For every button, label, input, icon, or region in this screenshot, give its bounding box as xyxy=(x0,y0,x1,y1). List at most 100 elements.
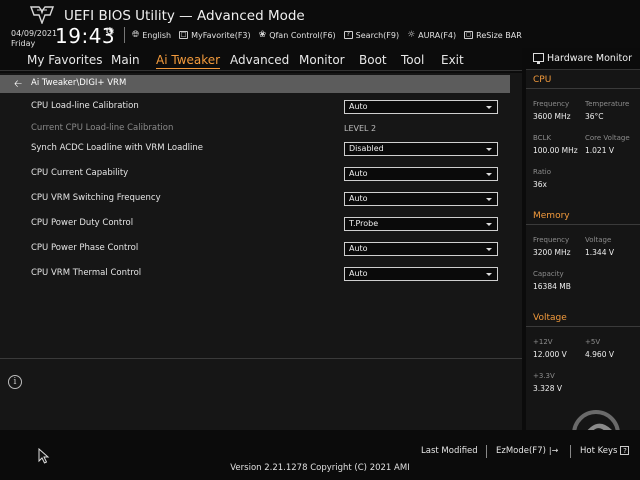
cpu-power-duty-control-label: CPU Power Duty Control xyxy=(31,218,134,228)
cpu-load-line-calibration-label: CPU Load-line Calibration xyxy=(31,101,139,111)
select-value: Disabled xyxy=(349,144,384,153)
cpu-power-phase-control-label: CPU Power Phase Control xyxy=(31,243,139,253)
hardware-monitor-header: Hardware Monitor xyxy=(526,48,640,70)
search-icon: ? xyxy=(343,31,353,39)
qfan-control-button[interactable]: ❀ Qfan Control(F6) xyxy=(259,29,336,41)
tab-advanced[interactable]: Advanced xyxy=(230,53,289,67)
tab-main[interactable]: Main xyxy=(111,53,140,67)
search-button[interactable]: ? Search(F9) xyxy=(343,29,400,41)
fan-icon: ❀ xyxy=(258,30,267,40)
tab-boot[interactable]: Boot xyxy=(359,53,387,67)
search-label: Search(F9) xyxy=(355,30,400,40)
header-divider xyxy=(124,27,125,43)
v33-value: 3.328 V xyxy=(533,384,562,393)
resize-bar-label: ReSize BAR xyxy=(476,30,522,40)
language-label: English xyxy=(142,30,172,40)
settings-panel: 🡠︎ Ai Tweaker\DIGI+ VRM CPU Load-line Ca… xyxy=(0,73,522,430)
cpu-vrm-thermal-control-select[interactable]: Auto xyxy=(344,267,498,281)
gear-icon[interactable]: ⚙ xyxy=(105,25,115,38)
monitor-icon xyxy=(533,53,544,64)
ezmode-label: EzMode(F7) xyxy=(496,446,546,456)
globe-icon: 🌐︎ xyxy=(132,30,140,40)
v33-label: +3.3V xyxy=(533,372,555,380)
select-value: Auto xyxy=(349,244,368,253)
cpu-frequency-label: Frequency xyxy=(533,100,570,108)
cpu-load-line-calibration-select[interactable]: Auto xyxy=(344,100,498,114)
tab-my-favorites[interactable]: My Favorites xyxy=(27,53,102,67)
chevron-down-icon xyxy=(486,198,492,201)
memory-voltage-label: Voltage xyxy=(585,236,612,244)
v5-value: 4.960 V xyxy=(585,350,614,359)
hardware-monitor-title: Hardware Monitor xyxy=(547,53,632,64)
cpu-vrm-switching-frequency-select[interactable]: Auto xyxy=(344,192,498,206)
synch-acdc-loadline-label: Synch ACDC Loadline with VRM Loadline xyxy=(31,143,204,153)
memory-frequency-value: 3200 MHz xyxy=(533,248,571,257)
footer-divider xyxy=(486,445,487,458)
info-icon: i xyxy=(8,375,22,389)
resize-bar-icon: ▢ xyxy=(464,31,474,39)
main-nav: My Favorites Main Ai Tweaker Advanced Mo… xyxy=(0,48,522,72)
help-divider xyxy=(0,358,522,359)
cpu-power-phase-control-select[interactable]: Auto xyxy=(344,242,498,256)
exit-arrow-icon: |→ xyxy=(548,446,559,455)
v12-label: +12V xyxy=(533,338,553,346)
cpu-section-title: CPU xyxy=(533,75,552,85)
cpu-section-header: CPU xyxy=(526,75,640,89)
ezmode-button[interactable]: EzMode(F7) |→ xyxy=(496,446,558,456)
select-value: Auto xyxy=(349,269,368,278)
cpu-vrm-thermal-control-label: CPU VRM Thermal Control xyxy=(31,268,142,278)
last-modified-label: Last Modified xyxy=(421,446,478,456)
core-voltage-label: Core Voltage xyxy=(585,134,630,142)
tab-exit[interactable]: Exit xyxy=(441,53,464,67)
memory-capacity-value: 16384 MB xyxy=(533,282,571,291)
cpu-temperature-value: 36°C xyxy=(585,112,604,121)
memory-section-header: Memory xyxy=(526,211,640,225)
my-favorite-label: MyFavorite(F3) xyxy=(191,30,251,40)
my-favorite-button[interactable]: □ MyFavorite(F3) xyxy=(179,29,251,41)
my-favorite-icon: □ xyxy=(179,31,189,39)
cpu-frequency-value: 3600 MHz xyxy=(533,112,571,121)
memory-voltage-value: 1.344 V xyxy=(585,248,614,257)
tab-tool[interactable]: Tool xyxy=(401,53,424,67)
hot-keys-button[interactable]: Hot Keys? xyxy=(580,446,630,456)
breadcrumb: Ai Tweaker\DIGI+ VRM xyxy=(31,78,127,88)
breadcrumb-bar[interactable]: 🡠︎ Ai Tweaker\DIGI+ VRM xyxy=(0,75,510,93)
cpu-vrm-switching-frequency-label: CPU VRM Switching Frequency xyxy=(31,193,161,203)
aura-label: AURA(F4) xyxy=(418,30,457,40)
ratio-value: 36x xyxy=(533,180,547,189)
bclk-value: 100.00 MHz xyxy=(533,146,578,155)
cpu-current-capability-label: CPU Current Capability xyxy=(31,168,129,178)
version-text: Version 2.21.1278 Copyright (C) 2021 AMI xyxy=(230,463,410,473)
language-button[interactable]: 🌐︎ English xyxy=(132,29,171,41)
synch-acdc-loadline-select[interactable]: Disabled xyxy=(344,142,498,156)
select-value: Auto xyxy=(349,194,368,203)
cpu-current-capability-select[interactable]: Auto xyxy=(344,167,498,181)
resize-bar-button[interactable]: ▢ ReSize BAR xyxy=(464,29,522,41)
chevron-down-icon xyxy=(486,148,492,151)
voltage-section-title: Voltage xyxy=(533,313,567,323)
header: UEFI BIOS Utility — Advanced Mode 04/09/… xyxy=(0,0,640,48)
cpu-power-duty-control-select[interactable]: T.Probe xyxy=(344,217,498,231)
tuf-logo xyxy=(30,6,54,24)
aura-icon: ☼ xyxy=(407,30,416,40)
chevron-down-icon xyxy=(486,223,492,226)
date-display: 04/09/2021 Friday xyxy=(11,29,57,49)
tab-monitor[interactable]: Monitor xyxy=(299,53,345,67)
memory-frequency-label: Frequency xyxy=(533,236,570,244)
tab-ai-tweaker[interactable]: Ai Tweaker xyxy=(156,53,221,69)
aura-button[interactable]: ☼ AURA(F4) xyxy=(407,29,456,41)
v5-label: +5V xyxy=(585,338,601,346)
question-icon: ? xyxy=(620,446,630,455)
date-text: 04/09/2021 xyxy=(11,29,58,38)
toolbar: 🌐︎ English □ MyFavorite(F3) ❀ Qfan Contr… xyxy=(132,29,522,41)
footer: Last Modified EzMode(F7) |→ Hot Keys? Ver… xyxy=(0,430,640,480)
core-voltage-value: 1.021 V xyxy=(585,146,614,155)
bclk-label: BCLK xyxy=(533,134,552,142)
mouse-cursor-icon xyxy=(38,448,50,464)
last-modified-button[interactable]: Last Modified xyxy=(421,446,478,456)
chevron-down-icon xyxy=(486,173,492,176)
back-arrow-icon[interactable]: 🡠︎ xyxy=(14,77,22,94)
cpu-temperature-label: Temperature xyxy=(585,100,630,108)
nav-divider xyxy=(0,70,522,71)
select-value: Auto xyxy=(349,169,368,178)
